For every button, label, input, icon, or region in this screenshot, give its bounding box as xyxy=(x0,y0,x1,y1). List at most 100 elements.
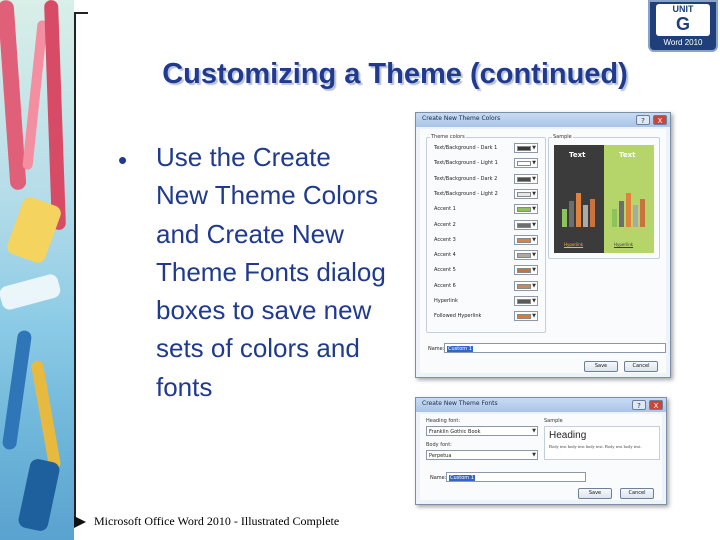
sample-heading: Heading xyxy=(549,430,587,441)
close-button[interactable]: X xyxy=(649,400,663,410)
fonts-sample-label: Sample xyxy=(544,418,563,424)
chevron-down-icon: ▼ xyxy=(532,145,536,151)
dialog-title: Create New Theme Colors xyxy=(422,115,501,122)
color-row: Accent 5 ▼ xyxy=(434,265,542,276)
unit-product: Word 2010 xyxy=(663,38,703,47)
sample-hyperlink-light: Hyperlink xyxy=(614,242,634,247)
sample-bar xyxy=(576,193,581,227)
color-row-label: Followed Hyperlink xyxy=(434,313,482,320)
color-swatch xyxy=(517,161,531,167)
frame-line-vertical xyxy=(74,12,76,522)
sample-dark-half: Text Hyperlink xyxy=(554,145,604,253)
color-row: Followed Hyperlink ▼ xyxy=(434,311,542,322)
color-picker-button[interactable]: ▼ xyxy=(514,280,538,291)
sample-bar xyxy=(612,209,617,227)
bullet-text: Use the Create New Theme Colors and Crea… xyxy=(156,142,386,402)
frame-line-horizontal xyxy=(74,12,88,14)
sample-bar xyxy=(633,205,638,227)
color-row-label: Text/Background - Light 2 xyxy=(434,190,498,197)
fonts-name-input[interactable]: Custom 1 xyxy=(446,472,586,482)
color-row-label: Accent 4 xyxy=(434,252,456,259)
color-picker-button[interactable]: ▼ xyxy=(514,234,538,245)
sample-bar xyxy=(562,209,567,227)
color-picker-button[interactable]: ▼ xyxy=(514,173,538,184)
color-row: Accent 1 ▼ xyxy=(434,204,542,215)
color-row: Accent 6 ▼ xyxy=(434,280,542,292)
colors-cancel-button[interactable]: Cancel xyxy=(624,361,658,372)
color-swatch xyxy=(517,222,531,228)
color-picker-button[interactable]: ▼ xyxy=(514,188,538,199)
color-row-label: Text/Background - Dark 2 xyxy=(434,175,498,182)
color-row-label: Text/Background - Dark 1 xyxy=(434,145,498,151)
name-value: Custom 1 xyxy=(447,346,473,352)
chevron-down-icon: ▼ xyxy=(532,252,536,259)
color-row-label: Accent 1 xyxy=(434,206,456,213)
help-button[interactable]: ? xyxy=(636,115,650,125)
fonts-save-button[interactable]: Save xyxy=(578,488,612,499)
chevron-down-icon: ▼ xyxy=(532,298,536,304)
sample-text-light: Text xyxy=(619,151,636,159)
unit-letter: G xyxy=(675,14,690,34)
color-swatch xyxy=(517,191,531,197)
name-value: Custom 1 xyxy=(449,475,475,481)
sample-hyperlink-dark: Hyperlink xyxy=(564,242,584,247)
chevron-down-icon: ▼ xyxy=(532,428,536,434)
color-picker-button[interactable]: ▼ xyxy=(514,204,538,215)
color-swatch xyxy=(517,176,531,182)
colors-name-row: Name: Custom 1 xyxy=(428,343,668,355)
bullet-icon: • xyxy=(118,145,128,175)
sample-bar xyxy=(590,199,595,227)
slide-title: Customizing a Theme (continued) xyxy=(162,58,628,90)
color-picker-button[interactable]: ▼ xyxy=(514,219,538,230)
body-font-label: Body font: xyxy=(426,442,452,448)
chevron-down-icon: ▼ xyxy=(532,175,536,182)
chevron-down-icon: ▼ xyxy=(532,206,536,213)
name-label: Name: xyxy=(428,346,445,352)
dialog-titlebar: Create New Theme Colors ? X xyxy=(416,113,670,127)
color-swatch xyxy=(517,146,531,151)
sample-text-dark: Text xyxy=(569,151,586,159)
color-row: Text/Background - Light 1 ▼ xyxy=(434,158,542,169)
color-row-label: Accent 2 xyxy=(434,221,456,228)
color-swatch xyxy=(517,283,531,289)
color-picker-button[interactable]: ▼ xyxy=(514,158,538,169)
color-picker-button[interactable]: ▼ xyxy=(514,143,538,153)
sample-light-half: Text Hyperlink xyxy=(604,145,654,253)
chevron-down-icon: ▼ xyxy=(532,452,536,458)
color-picker-button[interactable]: ▼ xyxy=(514,265,538,276)
create-theme-fonts-dialog: Create New Theme Fonts ? X Heading font:… xyxy=(415,397,667,505)
dialog-title: Create New Theme Fonts xyxy=(422,400,498,407)
unit-word: UNIT xyxy=(672,4,694,14)
theme-colors-label: Theme colors xyxy=(430,134,466,140)
color-swatch xyxy=(517,237,531,243)
color-row-label: Accent 5 xyxy=(434,267,456,274)
chevron-down-icon: ▼ xyxy=(532,282,536,289)
fonts-name-row: Name: Custom 1 xyxy=(430,472,630,484)
chevron-down-icon: ▼ xyxy=(532,160,536,167)
sample-bar xyxy=(626,193,631,227)
fonts-cancel-button[interactable]: Cancel xyxy=(620,488,654,499)
sample-bar xyxy=(583,205,588,227)
close-button[interactable]: X xyxy=(653,115,667,125)
color-row-label: Hyperlink xyxy=(434,298,458,304)
fonts-sample-preview: Heading Body text body text body text. B… xyxy=(544,426,660,460)
footer-arrow-icon xyxy=(74,516,86,528)
body-font-value: Perpetua xyxy=(429,453,452,459)
heading-font-label: Heading font: xyxy=(426,418,461,424)
chevron-down-icon: ▼ xyxy=(532,190,536,197)
color-picker-button[interactable]: ▼ xyxy=(514,311,538,322)
dialog-body: Theme colors Text/Background - Dark 1 ▼ Te… xyxy=(420,129,666,373)
color-row-label: Text/Background - Light 1 xyxy=(434,160,498,167)
color-row: Accent 2 ▼ xyxy=(434,219,542,231)
chevron-down-icon: ▼ xyxy=(532,267,536,274)
color-picker-button[interactable]: ▼ xyxy=(514,250,538,261)
color-row: Accent 3 ▼ xyxy=(434,234,542,246)
color-picker-button[interactable]: ▼ xyxy=(514,296,538,306)
help-button[interactable]: ? xyxy=(632,400,646,410)
colors-name-input[interactable]: Custom 1 xyxy=(444,343,666,353)
colors-save-button[interactable]: Save xyxy=(584,361,618,372)
body-font-dropdown[interactable]: Perpetua ▼ xyxy=(426,450,538,460)
heading-font-dropdown[interactable]: Franklin Gothic Book ▼ xyxy=(426,426,538,436)
color-swatch xyxy=(517,299,531,304)
name-label: Name: xyxy=(430,475,447,481)
